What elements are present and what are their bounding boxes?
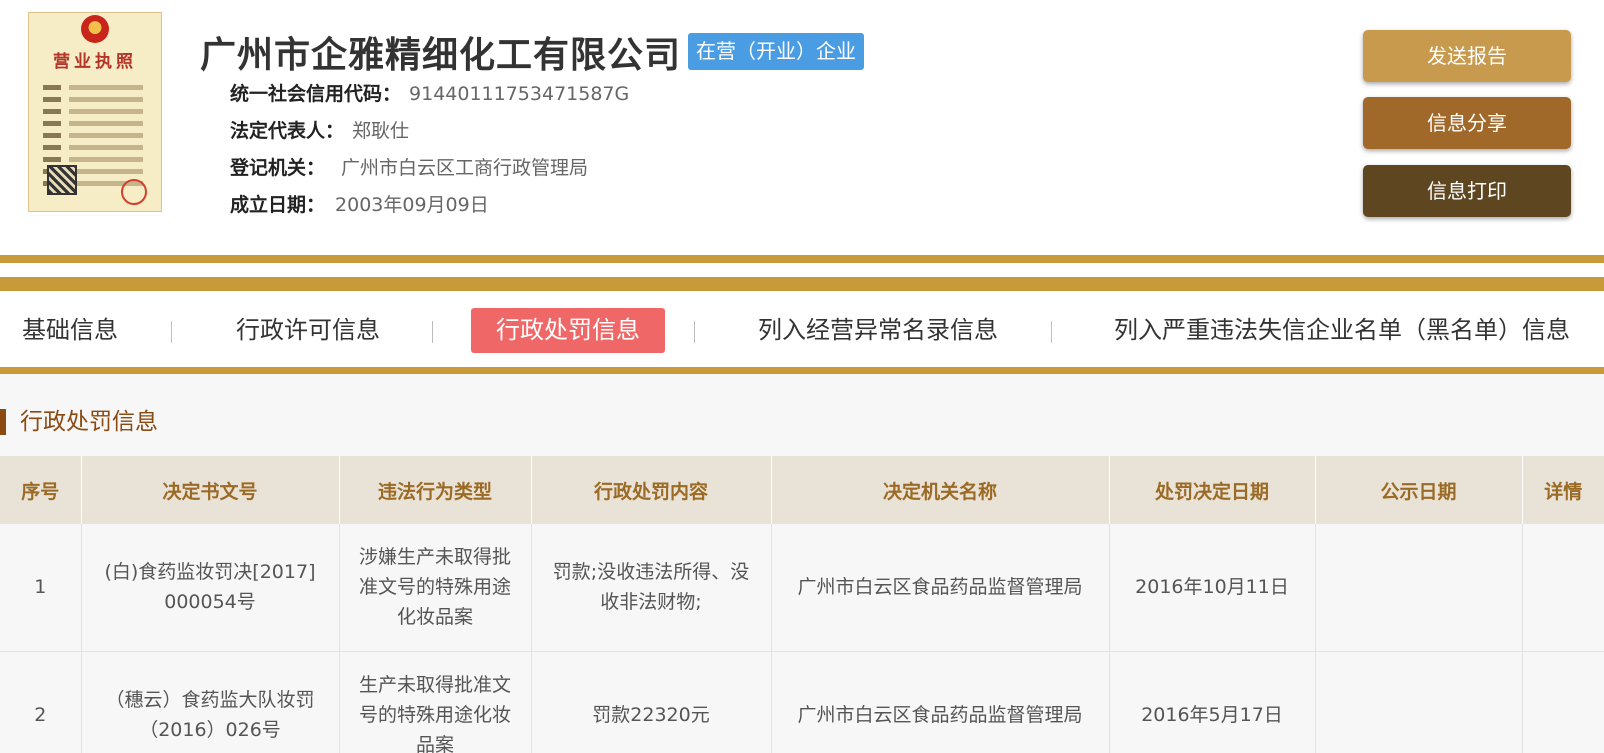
tab-separator <box>171 321 172 343</box>
credit-code-value: 91440111753471587G <box>409 83 630 105</box>
col-header-index: 序号 <box>0 456 82 524</box>
established-date-label: 成立日期： <box>230 194 326 216</box>
cell-details[interactable] <box>1522 651 1604 753</box>
cell-decision-date: 2016年10月11日 <box>1109 524 1316 652</box>
table-row: 2 （穗云）食药监大队妆罚（2016）026号 生产未取得批准文号的特殊用途化妆… <box>0 651 1604 753</box>
cell-violation-type: 涉嫌生产未取得批准文号的特殊用途化妆品案 <box>339 524 532 652</box>
cell-publish-date <box>1315 651 1523 753</box>
print-info-button[interactable]: 信息打印 <box>1363 165 1571 217</box>
info-tabs: 基础信息 行政许可信息 行政处罚信息 列入经营异常名录信息 列入严重违法失信企业… <box>0 291 1604 369</box>
cell-violation-type: 生产未取得批准文号的特殊用途化妆品案 <box>339 651 532 753</box>
legal-rep-row: 法定代表人： 郑耿仕 <box>230 118 409 144</box>
tab-separator <box>694 321 695 343</box>
status-badge: 在营（开业）企业 <box>688 33 864 70</box>
cell-penalty-content: 罚款;没收违法所得、没收非法财物; <box>531 524 772 652</box>
cell-authority: 广州市白云区食品药品监督管理局 <box>771 651 1110 753</box>
divider-band-bottom <box>0 367 1604 374</box>
tab-admin-license[interactable]: 行政许可信息 <box>236 308 380 353</box>
registration-authority-label: 登记机关： <box>230 157 326 179</box>
cell-index: 2 <box>0 651 82 753</box>
established-date-value: 2003年09月09日 <box>335 194 489 216</box>
tab-separator <box>432 321 433 343</box>
cell-publish-date <box>1315 524 1523 652</box>
legal-rep-label: 法定代表人： <box>230 120 345 142</box>
tab-abnormal-operation[interactable]: 列入经营异常名录信息 <box>758 308 998 353</box>
qr-code-icon <box>47 165 77 195</box>
cell-decision-number: （穗云）食药监大队妆罚（2016）026号 <box>81 651 340 753</box>
company-header: 营业执照 广州市企雅精细化工有限公司 在营（开业）企业 统一社会信用代码： 914… <box>0 0 1604 255</box>
col-header-authority: 决定机关名称 <box>771 456 1110 524</box>
legal-rep-value: 郑耿仕 <box>352 120 410 142</box>
registration-authority-row: 登记机关： 广州市白云区工商行政管理局 <box>230 155 588 181</box>
national-emblem-icon <box>81 15 109 43</box>
penalty-section: 行政处罚信息 序号 决定书文号 违法行为类型 行政处罚内容 决定机关名称 处罚决… <box>0 374 1604 753</box>
tab-admin-penalty[interactable]: 行政处罚信息 <box>471 308 665 353</box>
col-header-violation-type: 违法行为类型 <box>339 456 532 524</box>
business-license-image[interactable]: 营业执照 <box>28 12 162 212</box>
cell-authority: 广州市白云区食品药品监督管理局 <box>771 524 1110 652</box>
divider-band-middle <box>0 277 1604 291</box>
table-row: 1 (白)食药监妆罚决[2017]000054号 涉嫌生产未取得批准文号的特殊用… <box>0 524 1604 652</box>
license-title: 营业执照 <box>53 52 137 72</box>
col-header-publish-date: 公示日期 <box>1315 456 1523 524</box>
penalty-table: 序号 决定书文号 违法行为类型 行政处罚内容 决定机关名称 处罚决定日期 公示日… <box>0 456 1604 753</box>
col-header-details: 详情 <box>1522 456 1604 524</box>
cell-decision-date: 2016年5月17日 <box>1109 651 1316 753</box>
company-name: 广州市企雅精细化工有限公司 <box>200 35 682 76</box>
share-info-button[interactable]: 信息分享 <box>1363 97 1571 149</box>
send-report-button[interactable]: 发送报告 <box>1363 30 1571 82</box>
cell-details[interactable] <box>1522 524 1604 652</box>
cell-decision-number: (白)食药监妆罚决[2017]000054号 <box>81 524 340 652</box>
table-header-row: 序号 决定书文号 违法行为类型 行政处罚内容 决定机关名称 处罚决定日期 公示日… <box>0 456 1604 524</box>
col-header-decision-number: 决定书文号 <box>81 456 340 524</box>
credit-code-label: 统一社会信用代码： <box>230 83 402 105</box>
established-date-row: 成立日期： 2003年09月09日 <box>230 192 489 218</box>
col-header-decision-date: 处罚决定日期 <box>1109 456 1316 524</box>
cell-index: 1 <box>0 524 82 652</box>
tab-basic-info[interactable]: 基础信息 <box>22 308 118 353</box>
tab-separator <box>1051 321 1052 343</box>
registration-authority-value: 广州市白云区工商行政管理局 <box>341 157 589 179</box>
tab-blacklist[interactable]: 列入严重违法失信企业名单（黑名单）信息 <box>1114 308 1570 353</box>
divider-band-top <box>0 255 1604 263</box>
credit-code-row: 统一社会信用代码： 91440111753471587G <box>230 81 629 107</box>
official-seal-icon <box>121 179 147 205</box>
col-header-penalty-content: 行政处罚内容 <box>531 456 772 524</box>
section-title: 行政处罚信息 <box>0 409 158 435</box>
cell-penalty-content: 罚款22320元 <box>531 651 772 753</box>
